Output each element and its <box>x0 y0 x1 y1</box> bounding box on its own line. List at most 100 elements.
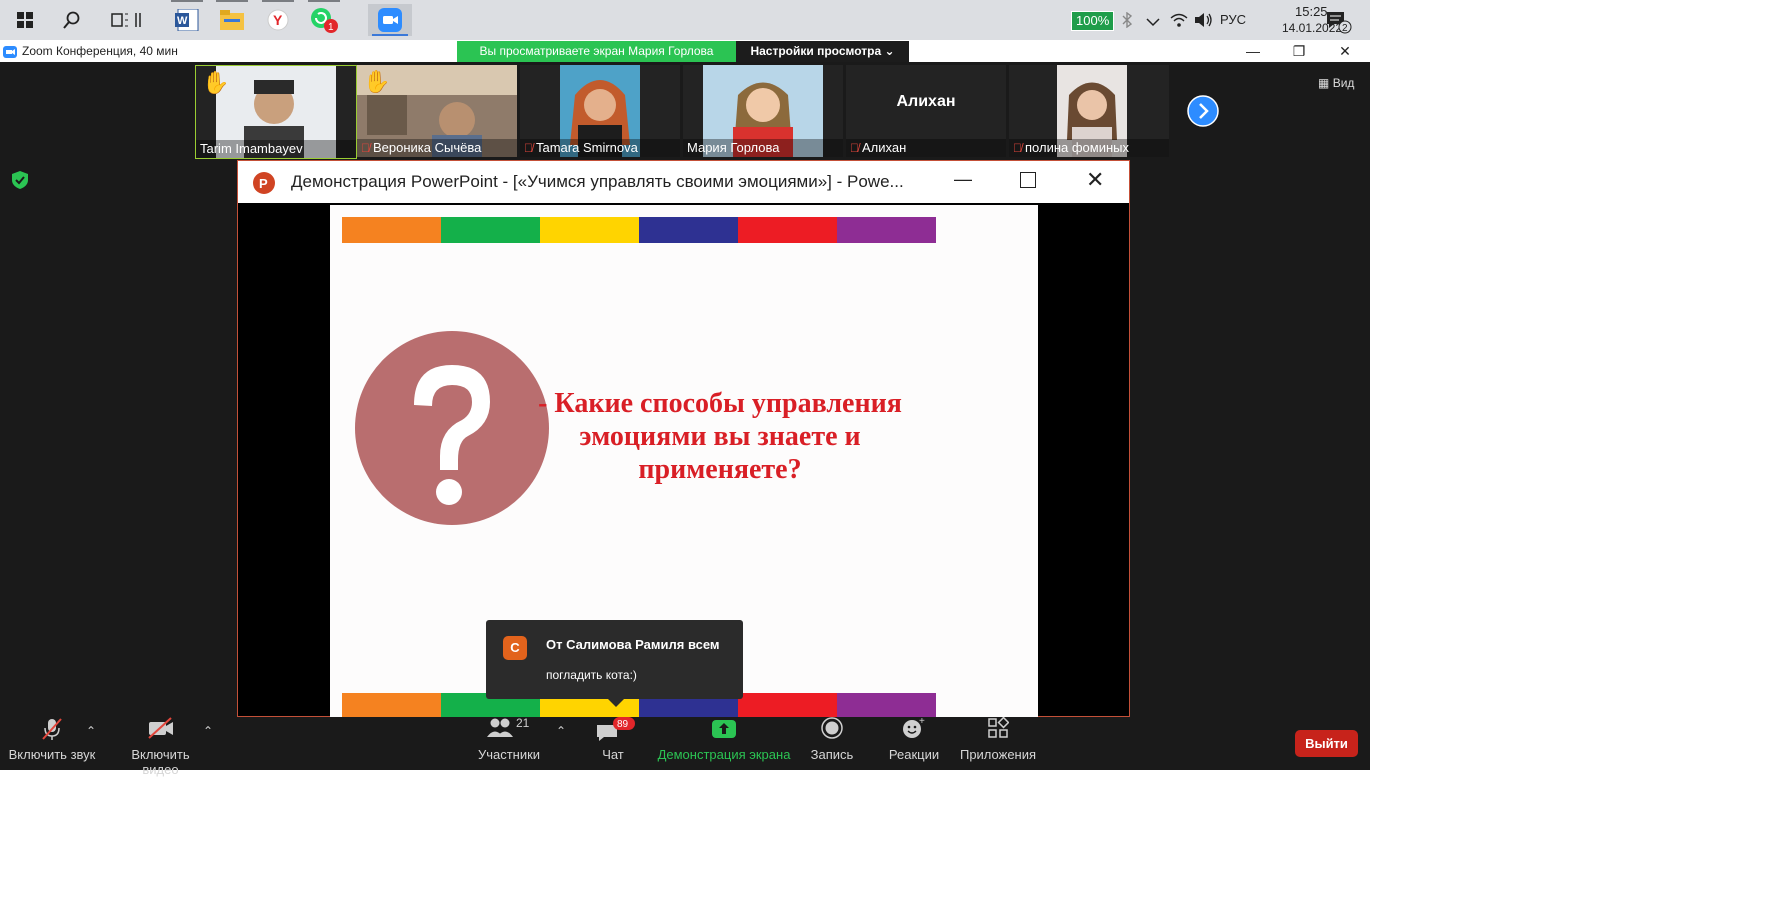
screen-share-banner: Вы просматриваете экран Мария Горлова <box>457 41 736 62</box>
chat-icon: 89 <box>585 717 641 747</box>
ppt-minimize-button[interactable]: — <box>954 169 972 190</box>
participants-button[interactable]: 21 Участники <box>474 716 544 770</box>
chat-notification-message: погладить кота:) <box>546 668 637 682</box>
start-video-button[interactable]: Включить видео <box>113 717 208 777</box>
volume-icon[interactable] <box>1194 12 1214 33</box>
chat-badge: 89 <box>617 719 629 730</box>
share-screen-label: Демонстрация экрана <box>657 747 791 762</box>
restore-button[interactable]: ❐ <box>1284 42 1314 60</box>
wifi-icon[interactable] <box>1170 12 1188 33</box>
apps-icon <box>958 716 1038 747</box>
participant-name-row: 🎙̸ Алихан <box>846 139 1006 157</box>
slide-text-line3: применяете? <box>638 454 802 485</box>
muted-mic-icon: 🎙̸ <box>524 141 533 155</box>
bluetooth-icon[interactable] <box>1120 11 1134 33</box>
participants-label: Участники <box>477 747 541 762</box>
grid-icon: ▦ <box>1318 76 1330 90</box>
slide-color-stripe <box>738 217 837 243</box>
participant-name: Tarim Imambayev <box>196 140 356 158</box>
security-shield-icon[interactable] <box>12 171 28 194</box>
ppt-maximize-button[interactable] <box>1020 172 1036 188</box>
next-page-button[interactable] <box>1187 95 1219 132</box>
notifications-icon[interactable]: 2 <box>1326 10 1352 39</box>
participant-name: Вероника Сычёва <box>373 140 482 155</box>
word-icon[interactable]: W <box>167 0 207 36</box>
powerpoint-titlebar: P Демонстрация PowerPoint - [«Учимся упр… <box>238 161 1129 203</box>
leave-meeting-button[interactable]: Выйти <box>1295 730 1358 757</box>
slide-color-stripe <box>738 693 837 718</box>
chevron-right-icon <box>1187 95 1219 127</box>
whatsapp-badge: 1 <box>328 22 334 33</box>
slide-text-line1: - Какие способы управления <box>538 388 902 419</box>
participant-name: Tamara Smirnova <box>536 140 638 155</box>
unmute-label: Включить звук <box>8 747 96 762</box>
share-screen-button[interactable]: Демонстрация экрана <box>657 717 791 770</box>
battery-indicator[interactable]: 100% <box>1071 11 1115 31</box>
participant-name: Алихан <box>862 140 907 155</box>
file-explorer-icon[interactable] <box>212 0 252 36</box>
audio-options-caret[interactable]: ⌃ <box>86 724 96 738</box>
video-off-icon <box>113 717 208 747</box>
participant-tile[interactable]: ✋ 🎙̸ Вероника Сычёва <box>357 65 517 157</box>
view-settings-label: Настройки просмотра <box>750 44 882 58</box>
muted-mic-icon: 🎙̸ <box>1013 141 1022 155</box>
windows-start-icon[interactable] <box>5 4 45 36</box>
record-icon <box>806 717 858 747</box>
chevron-up-icon[interactable] <box>1146 14 1160 32</box>
zoom-app-icon[interactable] <box>368 4 412 36</box>
apps-button[interactable]: Приложения <box>958 716 1038 770</box>
reactions-button[interactable]: + Реакции <box>885 716 943 770</box>
muted-mic-icon: 🎙̸ <box>361 141 370 155</box>
participant-tile[interactable]: 🎙̸ Tamara Smirnova <box>520 65 680 157</box>
raised-hand-icon: ✋ <box>363 69 391 94</box>
chat-notification[interactable]: С От Салимова Рамиля всем погладить кота… <box>486 620 743 707</box>
video-options-caret[interactable]: ⌃ <box>203 724 213 738</box>
reactions-label: Реакции <box>888 747 940 762</box>
zoom-window-title: Zoom Конференция, 40 мин <box>22 44 178 58</box>
participants-options-caret[interactable]: ⌃ <box>556 724 566 738</box>
question-mark-icon <box>355 331 549 525</box>
chat-notification-title: От Салимова Рамиля всем <box>546 637 720 652</box>
svg-text:+: + <box>919 717 925 727</box>
language-indicator[interactable]: РУС <box>1220 12 1246 27</box>
participant-name-row: 🎙̸ Вероника Сычёва <box>357 139 517 157</box>
participant-tile[interactable]: 🎙̸ полина фоминых <box>1009 65 1169 157</box>
muted-mic-icon <box>8 717 96 747</box>
slide-text-line2: эмоциями вы знаете и <box>579 421 861 452</box>
slide-color-stripe <box>441 217 540 243</box>
reactions-icon: + <box>885 716 943 747</box>
minimize-button[interactable]: — <box>1238 42 1268 60</box>
close-button[interactable]: ✕ <box>1330 42 1360 60</box>
slide-color-stripe <box>540 217 639 243</box>
view-button[interactable]: ▦ Вид <box>1318 76 1354 90</box>
participant-tile[interactable]: Алихан 🎙̸ Алихан <box>846 65 1006 157</box>
svg-text:P: P <box>259 176 268 191</box>
slide-color-stripe <box>639 217 738 243</box>
search-icon[interactable] <box>52 4 92 36</box>
view-settings-dropdown[interactable]: Настройки просмотра ⌄ <box>736 41 909 62</box>
participant-name: Мария Горлова <box>683 139 843 157</box>
record-button[interactable]: Запись <box>806 717 858 770</box>
clock-time[interactable]: 15:25 <box>1295 4 1328 19</box>
windows-taskbar: W Y 1 100% РУС 15:25 14.01.2022 2 <box>0 0 1370 40</box>
unmute-button[interactable]: Включить звук <box>8 717 96 770</box>
participants-icon: 21 <box>474 716 544 747</box>
participant-tile[interactable]: Мария Горлова <box>683 65 843 157</box>
start-video-label: Включить видео <box>131 747 190 777</box>
chat-label: Чат <box>602 747 624 762</box>
slide-color-stripe <box>342 217 441 243</box>
slide-color-stripe <box>837 217 936 243</box>
ppt-close-button[interactable]: ✕ <box>1086 167 1104 193</box>
participants-count: 21 <box>516 717 530 730</box>
notifications-badge: 2 <box>1342 23 1348 34</box>
chat-button[interactable]: 89 Чат <box>585 717 641 770</box>
whatsapp-icon[interactable]: 1 <box>304 0 344 36</box>
yandex-browser-icon[interactable]: Y <box>258 0 298 36</box>
chevron-down-icon: ⌄ <box>884 44 895 58</box>
participant-name: полина фоминых <box>1025 140 1129 155</box>
zoom-logo-icon <box>3 45 17 63</box>
participant-name-row: 🎙̸ полина фоминых <box>1009 139 1169 157</box>
participant-tile[interactable]: ✋ Tarim Imambayev <box>195 65 357 159</box>
slide-color-stripe <box>837 693 936 718</box>
raised-hand-icon: ✋ <box>202 70 230 95</box>
